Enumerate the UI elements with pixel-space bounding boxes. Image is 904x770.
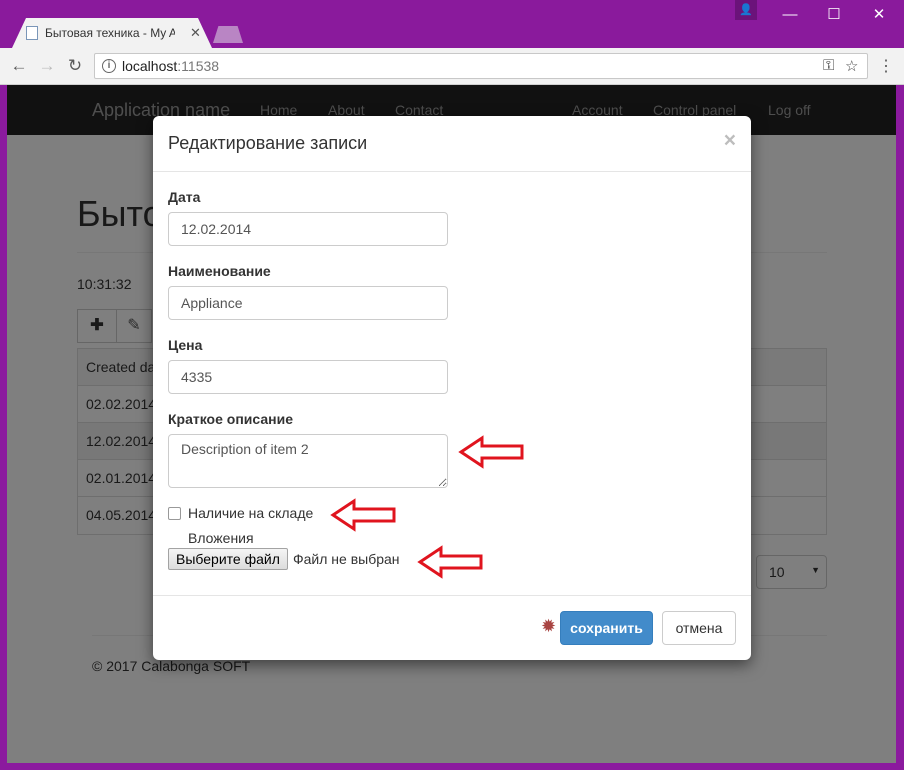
name-label: Наименование [168, 263, 271, 279]
modal-footer-divider [153, 595, 751, 596]
url-text[interactable]: localhost:11538 [122, 58, 219, 74]
date-label: Дата [168, 189, 201, 205]
profile-icon[interactable]: 👤 [735, 0, 757, 20]
save-button[interactable]: сохранить [560, 611, 653, 645]
annotation-arrow-icon [458, 435, 524, 469]
tab-title: Бытовая техника - My A [45, 26, 175, 40]
page-favicon-icon [26, 26, 38, 40]
date-field[interactable] [168, 212, 448, 246]
in-stock-checkbox[interactable] [168, 507, 181, 520]
file-status-text: Файл не выбран [293, 551, 400, 567]
cancel-button[interactable]: отмена [662, 611, 736, 645]
key-icon[interactable]: ⚿ [823, 57, 834, 74]
close-icon[interactable]: × [724, 129, 736, 153]
minimize-icon[interactable]: — [768, 2, 812, 28]
attachments-label: Вложения [188, 530, 254, 546]
price-field[interactable] [168, 360, 448, 394]
back-icon[interactable]: ← [8, 56, 30, 76]
site-info-icon[interactable]: i [102, 59, 116, 73]
browser-menu-icon[interactable]: ⋮ [878, 56, 894, 76]
name-field[interactable] [168, 286, 448, 320]
maximize-icon[interactable]: ☐ [812, 2, 856, 28]
description-field[interactable]: Description of item 2 [168, 434, 448, 488]
choose-file-button[interactable]: Выберите файл [168, 548, 288, 570]
tab-close-icon[interactable]: ✕ [190, 25, 201, 41]
annotation-arrow-icon [330, 498, 396, 532]
modal-title: Редактирование записи [168, 133, 368, 153]
price-label: Цена [168, 337, 203, 353]
description-label: Краткое описание [168, 411, 293, 427]
in-stock-label[interactable]: Наличие на складе [188, 505, 313, 521]
annotation-arrow-icon [417, 545, 483, 579]
window-close-icon[interactable]: ✕ [857, 2, 901, 28]
reload-icon[interactable]: ↻ [64, 56, 86, 76]
required-marker-icon: ✹ [541, 616, 557, 636]
modal-header-divider [153, 171, 751, 172]
forward-icon[interactable]: → [36, 56, 58, 76]
bookmark-star-icon[interactable]: ☆ [845, 57, 858, 75]
